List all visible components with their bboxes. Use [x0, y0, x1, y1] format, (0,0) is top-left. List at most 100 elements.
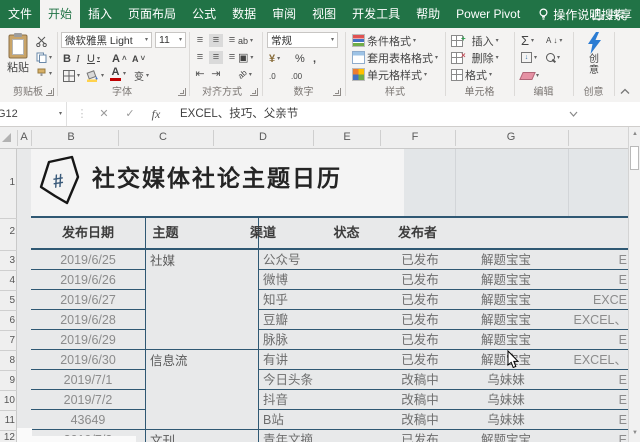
- ribbon-tab-1[interactable]: 开始: [40, 0, 81, 28]
- format-as-table-button[interactable]: 套用表格格式 ▾: [352, 50, 438, 65]
- row-header-12[interactable]: 12: [0, 433, 15, 442]
- collapse-ribbon-chevron[interactable]: [620, 88, 630, 95]
- decrease-font-button[interactable]: A ˅: [132, 51, 145, 66]
- table-header-3[interactable]: 状态: [313, 218, 380, 248]
- row-header-11[interactable]: 11: [0, 416, 15, 426]
- cell-channel-row10[interactable]: 抖音: [263, 390, 288, 410]
- cell-date-row11[interactable]: 43649: [31, 410, 145, 430]
- confirm-entry-button[interactable]: ✓: [120, 102, 140, 126]
- increase-decimal-button[interactable]: .0: [269, 69, 276, 84]
- cell-date-row6[interactable]: 2019/6/28: [31, 310, 145, 330]
- formula-bar-handle[interactable]: ⋮: [72, 102, 92, 126]
- underline-button[interactable]: U ▾: [87, 51, 100, 66]
- ribbon-tab-6[interactable]: 审阅: [264, 0, 304, 28]
- ribbon-tab-3[interactable]: 页面布局: [120, 0, 184, 28]
- cell-extra-row12[interactable]: E: [500, 430, 627, 442]
- ribbon-tab-2[interactable]: 插入: [80, 0, 120, 28]
- table-header-1[interactable]: 主题: [118, 218, 213, 248]
- sort-filter-button[interactable]: A ↓ ▾: [546, 33, 562, 48]
- cell-date-row8[interactable]: 2019/6/30: [31, 350, 145, 370]
- scroll-down-arrow[interactable]: ▼: [631, 430, 639, 436]
- cut-button[interactable]: [36, 36, 47, 47]
- ribbon-tab-4[interactable]: 公式: [184, 0, 224, 28]
- conditional-formatting-button[interactable]: 条件格式 ▾: [352, 33, 416, 48]
- ribbon-tab-10[interactable]: Power Pivot: [448, 0, 528, 28]
- clipboard-dialog-launcher[interactable]: [46, 88, 54, 96]
- font-color-button[interactable]: A ▾: [110, 66, 126, 81]
- find-select-button[interactable]: ▾: [546, 50, 560, 65]
- column-header-B[interactable]: B: [59, 127, 83, 148]
- row-header-4[interactable]: 4: [0, 276, 15, 286]
- cell-channel-row8[interactable]: 有讲: [263, 350, 288, 370]
- paste-button[interactable]: 粘贴: [4, 32, 32, 75]
- row-header-1[interactable]: 1: [0, 178, 15, 188]
- column-header-A[interactable]: A: [12, 127, 36, 148]
- row-header-3[interactable]: 3: [0, 256, 15, 266]
- ribbon-tab-8[interactable]: 开发工具: [344, 0, 408, 28]
- cell-extra-row9[interactable]: E: [500, 370, 627, 390]
- cell-channel-row6[interactable]: 豆瓣: [263, 310, 288, 330]
- phonetic-button[interactable]: 变 ▾: [134, 68, 149, 83]
- copy-button[interactable]: ▾: [36, 52, 52, 63]
- number-format-combo[interactable]: 常规 ▾: [267, 32, 338, 48]
- formula-input[interactable]: EXCEL、技巧、父亲节: [171, 102, 640, 126]
- select-all-button[interactable]: [2, 133, 11, 142]
- row-header-5[interactable]: 5: [0, 296, 15, 306]
- table-header-4[interactable]: 发布者: [380, 218, 455, 248]
- increase-font-button[interactable]: A ˄: [112, 51, 127, 66]
- alignment-dialog-launcher[interactable]: [250, 88, 258, 96]
- delete-cells-button[interactable]: × 删除 ▾: [451, 50, 499, 65]
- percent-style-button[interactable]: %: [295, 51, 305, 66]
- vertical-scrollbar[interactable]: ▲ ▼: [628, 127, 640, 442]
- orientation-button[interactable]: ab ▾: [236, 67, 252, 82]
- font-dialog-launcher[interactable]: [178, 88, 186, 96]
- name-box[interactable]: G12 ▾: [0, 102, 67, 126]
- scroll-up-arrow[interactable]: ▲: [631, 131, 639, 137]
- cell-date-row9[interactable]: 2019/7/1: [31, 370, 145, 390]
- row-header-9[interactable]: 9: [0, 376, 15, 386]
- ribbon-tab-5[interactable]: 数据: [224, 0, 264, 28]
- font-size-combo[interactable]: 11 ▾: [155, 32, 186, 48]
- table-header-2[interactable]: 渠道: [213, 218, 313, 248]
- cell-channel-row5[interactable]: 知乎: [263, 290, 288, 310]
- cell-extra-row4[interactable]: E: [500, 270, 627, 290]
- row-header-6[interactable]: 6: [0, 316, 15, 326]
- comma-style-button[interactable]: ,: [313, 51, 316, 66]
- cell-channel-row3[interactable]: 公众号: [263, 250, 301, 270]
- number-dialog-launcher[interactable]: [333, 88, 341, 96]
- italic-button[interactable]: I: [76, 51, 80, 66]
- cancel-entry-button[interactable]: ✕: [94, 102, 114, 126]
- bold-button[interactable]: B: [63, 51, 71, 66]
- creative-button[interactable]: 创 意: [580, 32, 608, 76]
- insert-cells-button[interactable]: + 插入 ▾: [451, 33, 499, 48]
- sheet-empty-area[interactable]: [404, 149, 628, 216]
- cell-date-row4[interactable]: 2019/6/26: [31, 270, 145, 290]
- align-horizontal-buttons[interactable]: ≡ ≡ ≡: [193, 50, 239, 65]
- cell-topic-row8[interactable]: 信息流: [150, 351, 188, 371]
- ribbon-tab-7[interactable]: 视图: [304, 0, 344, 28]
- cell-channel-row7[interactable]: 脉脉: [263, 330, 288, 350]
- cell-channel-row9[interactable]: 今日头条: [263, 370, 313, 390]
- cell-channel-row11[interactable]: B站: [263, 410, 284, 430]
- wrap-text-button[interactable]: ab ▾: [238, 33, 253, 48]
- cell-date-row5[interactable]: 2019/6/27: [31, 290, 145, 310]
- insert-function-button[interactable]: fx: [146, 102, 166, 126]
- column-header-D[interactable]: D: [251, 127, 275, 148]
- share-button[interactable]: 共享: [591, 0, 632, 28]
- name-box-dropdown[interactable]: ▾: [59, 111, 62, 117]
- indent-buttons[interactable]: ⇤ ⇥: [193, 67, 223, 82]
- cell-extra-row3[interactable]: E: [500, 250, 627, 270]
- cell-topic-row3[interactable]: 社媒: [150, 251, 175, 271]
- row-header-8[interactable]: 8: [0, 356, 15, 366]
- decrease-decimal-button[interactable]: .00: [291, 69, 302, 84]
- borders-button[interactable]: ▾: [63, 68, 80, 83]
- cell-topic-row12[interactable]: 文刊: [150, 431, 175, 442]
- scrollbar-thumb[interactable]: [630, 146, 639, 170]
- cell-extra-row10[interactable]: E: [500, 390, 627, 410]
- cell-styles-button[interactable]: 单元格样式 ▾: [352, 67, 427, 82]
- cell-extra-row5[interactable]: EXCE: [500, 290, 627, 310]
- expand-formula-bar-chevron[interactable]: [569, 111, 578, 117]
- column-header-E[interactable]: E: [335, 127, 359, 148]
- row-header-2[interactable]: 2: [0, 227, 15, 237]
- align-top-buttons[interactable]: ≡ ≡ ≡: [193, 33, 239, 48]
